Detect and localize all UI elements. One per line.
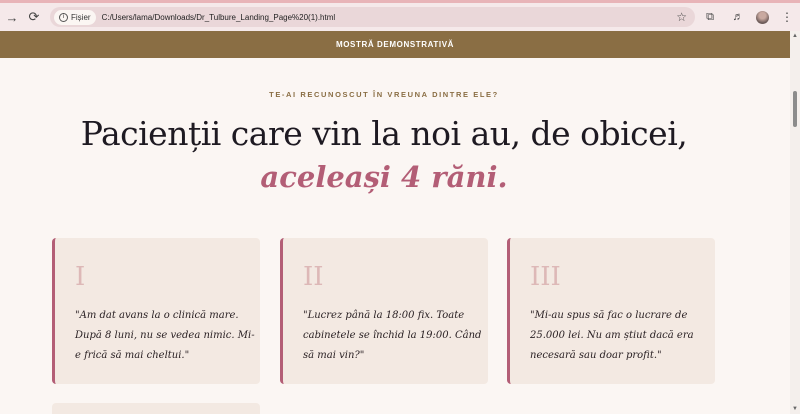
- menu-kebab-icon[interactable]: ⋮: [777, 7, 797, 27]
- url-text[interactable]: C:/Users/lama/Downloads/Dr_Tulbure_Landi…: [102, 13, 336, 22]
- section-title-accent: aceleași 4 răni.: [260, 160, 508, 194]
- card-quote: "Mi-au spus să fac o lucrare de 25.000 l…: [530, 310, 694, 361]
- pain-card-2: II "Lucrez până la 18:00 fix. Toate cabi…: [280, 238, 488, 384]
- media-controls-icon[interactable]: ♬: [728, 7, 748, 27]
- forward-icon[interactable]: →: [2, 7, 22, 27]
- page-scrollbar[interactable]: ▲ ▼: [790, 31, 800, 414]
- site-info-chip[interactable]: i Fișier: [54, 9, 96, 25]
- section-eyebrow: TE-AI RECUNOSCUT ÎN VREUNA DINTRE ELE?: [269, 90, 499, 99]
- scroll-thumb[interactable]: [793, 91, 797, 127]
- card-numeral: II: [303, 262, 324, 292]
- pain-card-1: I "Am dat avans la o clinică mare. După …: [52, 238, 260, 384]
- info-icon: i: [59, 12, 68, 22]
- pain-card-4-partial: [52, 403, 260, 414]
- extensions-icon[interactable]: ⧉: [700, 7, 720, 27]
- site-info-label: Fișier: [71, 12, 91, 22]
- profile-avatar[interactable]: [756, 10, 769, 24]
- pain-card-3: III "Mi-au spus să fac o lucrare de 25.0…: [507, 238, 715, 384]
- scroll-down-icon[interactable]: ▼: [792, 406, 798, 412]
- demo-banner: MOSTRĂ DEMONSTRATIVĂ: [0, 31, 790, 58]
- bookmark-star-icon[interactable]: ☆: [676, 10, 687, 24]
- scroll-up-icon[interactable]: ▲: [792, 33, 798, 39]
- browser-toolbar: → ⟳ i Fișier C:/Users/lama/Downloads/Dr_…: [0, 3, 800, 31]
- card-quote: "Lucrez până la 18:00 fix. Toate cabinet…: [303, 310, 482, 361]
- reload-icon[interactable]: ⟳: [24, 7, 44, 27]
- card-quote: "Am dat avans la o clinică mare. După 8 …: [75, 310, 255, 361]
- card-numeral: I: [75, 262, 86, 292]
- address-bar[interactable]: i Fișier C:/Users/lama/Downloads/Dr_Tulb…: [50, 7, 695, 27]
- card-numeral: III: [530, 262, 561, 292]
- toolbar-actions: ⧉ ♬ ⋮: [700, 7, 797, 27]
- section-title: Pacienții care vin la noi au, de obicei,: [80, 114, 688, 153]
